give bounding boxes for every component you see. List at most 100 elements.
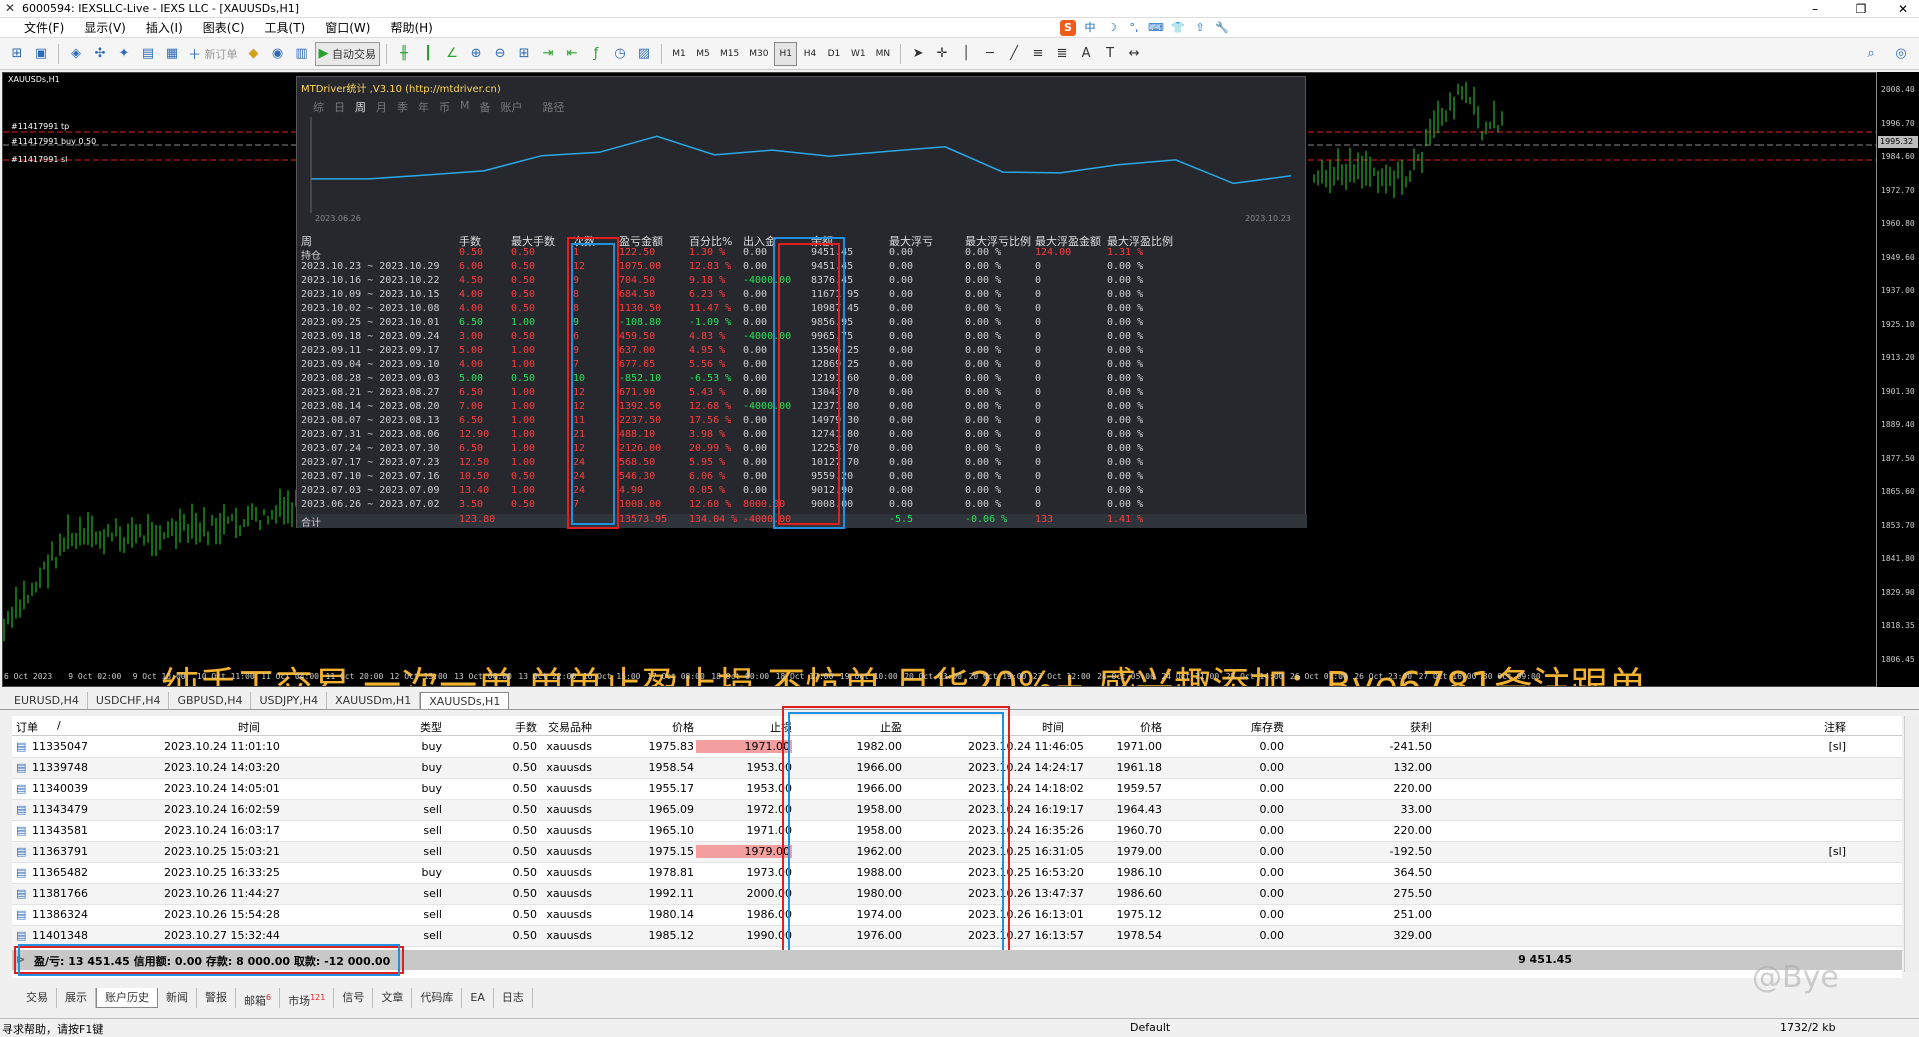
mtdriver-tab[interactable]: 备 <box>480 99 491 115</box>
signals-icon[interactable]: ◉ <box>267 42 289 66</box>
tile-windows-icon[interactable]: ⊞ <box>513 42 535 66</box>
terminal-tab[interactable]: 交易 <box>18 988 57 1008</box>
vertical-line-icon[interactable]: │ <box>955 42 977 66</box>
column-header[interactable]: 订单 <box>16 719 38 735</box>
vps-icon[interactable]: ▥ <box>291 42 313 66</box>
column-header[interactable]: 获利 <box>1352 719 1432 735</box>
new-chart-icon[interactable]: ⊞ <box>6 42 28 66</box>
profiles-icon[interactable]: ▣ <box>30 42 52 66</box>
label-icon[interactable]: T <box>1099 42 1121 66</box>
ime-punct-icon[interactable]: °, <box>1126 20 1142 36</box>
mtdriver-stats-panel[interactable]: MTDriver统计 ,V3.10 (http://mtdriver.cn) 综… <box>296 76 1307 529</box>
column-header[interactable]: 时间 <box>180 719 260 735</box>
terminal-tab[interactable]: EA <box>462 988 494 1008</box>
ime-keyboard-icon[interactable]: ⌨ <box>1148 20 1164 36</box>
column-header[interactable]: 价格 <box>614 719 694 735</box>
terminal-tab[interactable]: 邮箱6 <box>236 988 281 1008</box>
search-icon[interactable]: ⌕ <box>1860 42 1882 66</box>
account-icon[interactable]: ◎ <box>1890 42 1912 66</box>
text-icon[interactable]: A <box>1075 42 1097 66</box>
mtdriver-tab[interactable]: 年 <box>418 99 429 115</box>
menu-tools[interactable]: 工具(T) <box>255 18 316 38</box>
ime-arrow-icon[interactable]: ⇧ <box>1192 20 1208 36</box>
data-window-icon[interactable]: ✣ <box>89 42 111 66</box>
cursor-icon[interactable]: ➤ <box>907 42 929 66</box>
minimize-button[interactable]: – <box>1800 0 1830 18</box>
auto-trading-button[interactable]: ▶ 自动交易 <box>314 41 381 66</box>
mtdriver-tab[interactable]: 日 <box>334 99 345 115</box>
indicators-icon[interactable]: ƒ <box>585 42 607 66</box>
chart-shift-icon[interactable]: ⇤ <box>561 42 583 66</box>
channel-icon[interactable]: ≡ <box>1027 42 1049 66</box>
tf-m15[interactable]: M15 <box>716 42 743 66</box>
terminal-tab[interactable]: 代码库 <box>412 988 463 1008</box>
navigator-icon[interactable]: ✦ <box>113 42 135 66</box>
tf-m5[interactable]: M5 <box>692 42 714 66</box>
chart-tab[interactable]: USDJPY,H4 <box>251 692 328 709</box>
column-header[interactable]: 库存费 <box>1204 719 1284 735</box>
column-header[interactable]: 交易品种 <box>512 719 592 735</box>
column-header[interactable]: 价格 <box>1082 719 1162 735</box>
mtdriver-tab[interactable]: 路径 <box>543 99 565 115</box>
tf-mn[interactable]: MN <box>872 42 895 66</box>
terminal-tab[interactable]: 市场121 <box>280 988 335 1008</box>
terminal-tab[interactable]: 文章 <box>373 988 413 1008</box>
mtdriver-tab[interactable]: 综 <box>313 99 324 115</box>
chart-tab[interactable]: XAUUSDs,H1 <box>420 692 510 709</box>
menu-insert[interactable]: 插入(I) <box>136 18 193 38</box>
menu-help[interactable]: 帮助(H) <box>380 18 442 38</box>
ime-skin-icon[interactable]: 👕 <box>1170 20 1186 36</box>
bar-chart-icon[interactable]: ╫ <box>393 42 415 66</box>
terminal-tab[interactable]: 账户历史 <box>96 988 158 1008</box>
mtdriver-tab[interactable]: 月 <box>376 99 387 115</box>
mtdriver-tab[interactable]: 周 <box>355 99 366 115</box>
menu-charts[interactable]: 图表(C) <box>193 18 255 38</box>
menu-file[interactable]: 文件(F) <box>14 18 74 38</box>
chart-tab[interactable]: USDCHF,H4 <box>88 692 170 709</box>
autoscroll-icon[interactable]: ⇥ <box>537 42 559 66</box>
menu-view[interactable]: 显示(V) <box>74 18 136 38</box>
chart-tab[interactable]: XAUUSDm,H1 <box>327 692 421 709</box>
column-header[interactable]: / <box>57 719 61 732</box>
ime-moon-icon[interactable]: ☽ <box>1104 20 1120 36</box>
mtdriver-tab[interactable]: M <box>460 99 470 115</box>
menu-window[interactable]: 窗口(W) <box>315 18 380 38</box>
ime-tools-icon[interactable]: 🔧 <box>1214 20 1230 36</box>
terminal-tab[interactable]: 展示 <box>57 988 96 1008</box>
column-header[interactable]: 类型 <box>362 719 442 735</box>
market-watch-icon[interactable]: ◈ <box>65 42 87 66</box>
terminal-tab[interactable]: 新闻 <box>158 988 197 1008</box>
trendline-icon[interactable]: ╱ <box>1003 42 1025 66</box>
terminal-icon[interactable]: ▤ <box>137 42 159 66</box>
tf-m1[interactable]: M1 <box>668 42 690 66</box>
crosshair-icon[interactable]: ✛ <box>931 42 953 66</box>
templates-icon[interactable]: ▨ <box>633 42 655 66</box>
terminal-tab[interactable]: 日志 <box>494 988 533 1008</box>
ime-chinese-icon[interactable]: 中 <box>1082 20 1098 36</box>
sogou-ime-icon[interactable]: S <box>1060 20 1076 36</box>
zoom-in-icon[interactable]: ⊕ <box>465 42 487 66</box>
tf-m30[interactable]: M30 <box>745 42 772 66</box>
fibonacci-icon[interactable]: ≣ <box>1051 42 1073 66</box>
column-header[interactable]: 止损 <box>712 719 792 735</box>
line-chart-icon[interactable]: ∠ <box>441 42 463 66</box>
mtdriver-tab[interactable]: 季 <box>397 99 408 115</box>
metaeditor-icon[interactable]: ◆ <box>243 42 265 66</box>
table-scrollbar[interactable] <box>1904 716 1919 972</box>
chart-tab[interactable]: EURUSD,H4 <box>6 692 88 709</box>
tf-w1[interactable]: W1 <box>847 42 870 66</box>
column-header[interactable]: 注释 <box>1766 719 1846 735</box>
mtdriver-tab[interactable]: 币 <box>439 99 450 115</box>
mtdriver-tab[interactable]: 账户 <box>501 99 523 115</box>
tf-h4[interactable]: H4 <box>799 42 821 66</box>
arrows-icon[interactable]: ↔ <box>1123 42 1145 66</box>
horizontal-line-icon[interactable]: ─ <box>979 42 1001 66</box>
terminal-tab[interactable]: 警报 <box>197 988 236 1008</box>
candles-icon[interactable]: ┃ <box>417 42 439 66</box>
tf-h1[interactable]: H1 <box>774 41 797 66</box>
zoom-out-icon[interactable]: ⊖ <box>489 42 511 66</box>
restore-button[interactable]: ❐ <box>1846 0 1876 18</box>
tf-d1[interactable]: D1 <box>823 42 845 66</box>
tester-icon[interactable]: ▦ <box>161 42 183 66</box>
terminal-tab[interactable]: 信号 <box>334 988 374 1008</box>
